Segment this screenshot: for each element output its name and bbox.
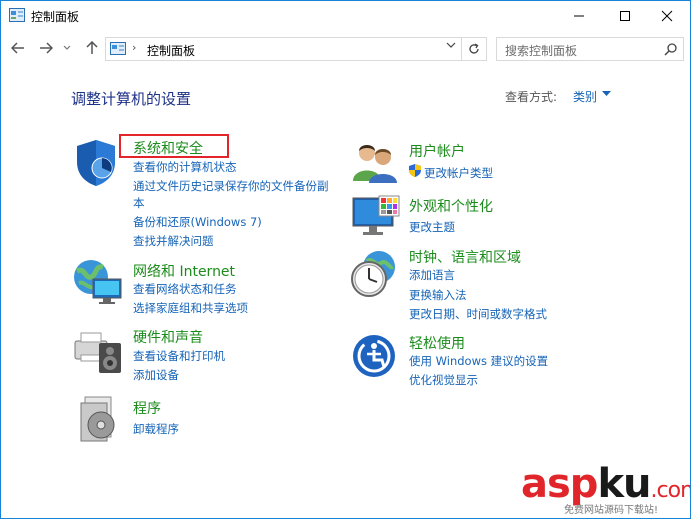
minimize-icon <box>574 15 584 17</box>
refresh-icon <box>469 43 479 54</box>
category-ease-of-access[interactable]: 轻松使用 <box>409 333 465 353</box>
link-file-history[interactable]: 通过文件历史记录保存你的文件备份副 <box>133 178 329 194</box>
window-title: 控制面板 <box>31 10 80 24</box>
recent-locations-button[interactable] <box>61 39 73 57</box>
link-devices-printers[interactable]: 查看设备和打印机 <box>133 348 225 364</box>
link-add-device[interactable]: 添加设备 <box>133 367 179 383</box>
category-system-security[interactable]: 系统和安全 <box>133 138 203 158</box>
link-add-language[interactable]: 添加语言 <box>409 267 455 283</box>
forward-arrow-icon <box>40 42 53 54</box>
view-by-dropdown-arrow[interactable] <box>602 90 611 100</box>
link-change-input-method[interactable]: 更换输入法 <box>409 287 467 303</box>
ease-of-access-icon[interactable] <box>351 333 397 379</box>
category-hardware-sound[interactable]: 硬件和声音 <box>133 327 203 347</box>
view-by-dropdown[interactable]: 类别 <box>573 88 597 105</box>
control-panel-window: 控制面板 › 控制面板 搜索控制面板 调整计算机的设置 查看方式: 类别 系统和… <box>0 0 691 519</box>
link-homegroup[interactable]: 选择家庭组和共享选项 <box>133 300 248 316</box>
link-change-theme[interactable]: 更改主题 <box>409 219 455 235</box>
minimize-button[interactable] <box>556 1 602 31</box>
back-arrow-icon <box>11 42 24 54</box>
refresh-button[interactable] <box>461 38 486 60</box>
link-change-date-time-format[interactable]: 更改日期、时间或数字格式 <box>409 306 547 322</box>
search-icon[interactable] <box>664 42 678 56</box>
category-user-accounts[interactable]: 用户帐户 <box>409 141 465 161</box>
uac-shield-icon <box>409 164 421 177</box>
printer-speaker-icon[interactable] <box>73 327 123 375</box>
link-network-status[interactable]: 查看网络状态和任务 <box>133 281 237 297</box>
view-by-label: 查看方式: <box>505 90 558 104</box>
clock-globe-icon[interactable] <box>349 249 399 299</box>
breadcrumb-control-panel[interactable]: 控制面板 <box>147 42 195 59</box>
close-button[interactable] <box>644 1 690 31</box>
chevron-down-icon <box>446 42 456 48</box>
link-view-computer-status[interactable]: 查看你的计算机状态 <box>133 159 237 175</box>
maximize-icon <box>620 11 630 21</box>
link-file-history-cont[interactable]: 本 <box>133 195 145 211</box>
link-change-account-type[interactable]: 更改帐户类型 <box>424 165 493 181</box>
link-backup-restore[interactable]: 备份和还原(Windows 7) <box>133 214 262 230</box>
up-button[interactable] <box>83 39 101 57</box>
programs-icon[interactable] <box>77 395 121 443</box>
up-arrow-icon <box>86 41 98 54</box>
navigation-bar: › 控制面板 搜索控制面板 <box>1 33 690 63</box>
watermark-com: .com <box>650 478 690 503</box>
appearance-monitor-icon[interactable] <box>351 194 401 240</box>
category-appearance[interactable]: 外观和个性化 <box>409 196 493 216</box>
watermark-subtitle: 免费网站源码下载站! <box>564 505 659 516</box>
category-clock-language-region[interactable]: 时钟、语言和区域 <box>409 247 521 267</box>
close-icon <box>661 10 673 22</box>
chevron-down-icon <box>63 45 71 50</box>
control-panel-icon <box>9 8 25 22</box>
link-uninstall-program[interactable]: 卸载程序 <box>133 421 179 437</box>
breadcrumb-separator[interactable]: › <box>132 41 136 54</box>
control-panel-icon <box>110 42 126 55</box>
category-network-internet[interactable]: 网络和 Internet <box>133 261 235 281</box>
shield-icon[interactable] <box>73 138 119 188</box>
forward-button[interactable] <box>37 39 55 57</box>
address-history-dropdown[interactable] <box>446 41 456 52</box>
back-button[interactable] <box>9 39 27 57</box>
maximize-button[interactable] <box>602 1 648 31</box>
title-bar[interactable]: 控制面板 <box>1 1 690 31</box>
caret-down-icon <box>602 91 611 96</box>
users-icon[interactable] <box>351 141 399 183</box>
address-bar[interactable]: › 控制面板 <box>105 37 487 61</box>
search-input[interactable]: 搜索控制面板 <box>505 42 577 59</box>
link-troubleshoot[interactable]: 查找并解决问题 <box>133 233 214 249</box>
link-recommended-settings[interactable]: 使用 Windows 建议的设置 <box>409 353 548 369</box>
link-optimize-visual-display[interactable]: 优化视觉显示 <box>409 372 478 388</box>
search-box[interactable]: 搜索控制面板 <box>496 37 684 61</box>
network-globe-icon[interactable] <box>71 257 123 307</box>
category-programs[interactable]: 程序 <box>133 398 161 418</box>
page-title: 调整计算机的设置 <box>71 90 192 108</box>
